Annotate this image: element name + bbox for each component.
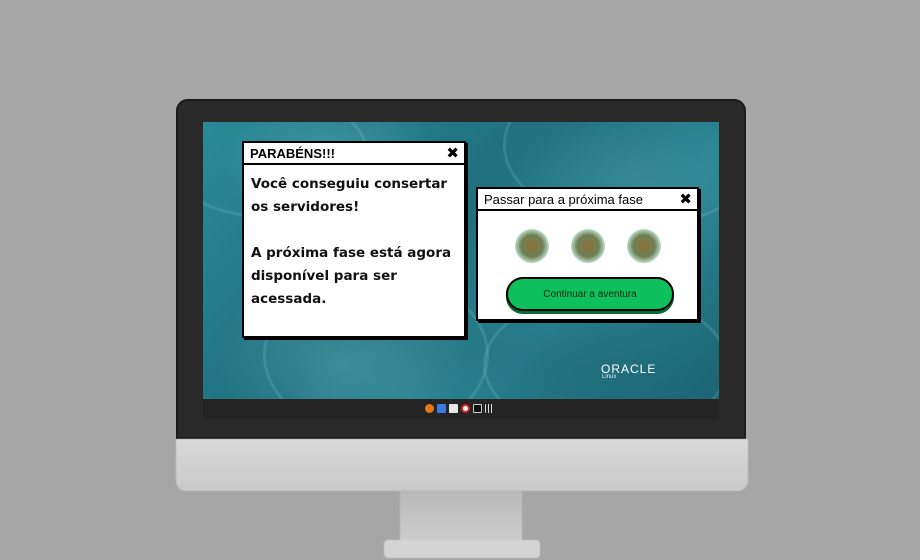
success-message: Você conseguiu consertar os servidores! bbox=[251, 176, 448, 215]
gem-icon bbox=[570, 229, 605, 263]
help-icon[interactable] bbox=[461, 404, 470, 413]
gem-icon bbox=[626, 229, 661, 263]
files-icon[interactable] bbox=[437, 404, 446, 413]
success-dialog-title: PARABÉNS!!! bbox=[250, 145, 335, 161]
continue-button[interactable]: Continuar a aventura bbox=[506, 277, 674, 311]
success-dialog: PARABÉNS!!! ✖ Você conseguiu consertar o… bbox=[242, 141, 466, 338]
close-icon[interactable]: ✖ bbox=[679, 191, 692, 207]
menu-icon[interactable] bbox=[485, 404, 494, 413]
terminal-icon[interactable] bbox=[473, 404, 482, 413]
next-phase-dialog: Passar para a próxima fase ✖ Continuar a… bbox=[476, 187, 699, 321]
monitor-stand bbox=[400, 491, 522, 546]
close-icon[interactable]: ✖ bbox=[446, 145, 459, 161]
taskbar bbox=[203, 399, 719, 419]
next-phase-dialog-title: Passar para a próxima fase bbox=[484, 191, 643, 207]
monitor-base bbox=[384, 540, 540, 558]
success-dialog-body: Você conseguiu consertar os servidores! … bbox=[244, 165, 464, 311]
oracle-logo-sub: Linux bbox=[602, 374, 617, 380]
camera-icon[interactable] bbox=[449, 404, 458, 413]
gem-icon bbox=[514, 229, 549, 263]
gem-row bbox=[478, 229, 697, 263]
monitor-chin bbox=[176, 439, 748, 491]
next-phase-dialog-titlebar: Passar para a próxima fase ✖ bbox=[478, 189, 697, 211]
firefox-icon[interactable] bbox=[425, 404, 434, 413]
success-dialog-titlebar: PARABÉNS!!! ✖ bbox=[244, 143, 464, 165]
next-phase-message: A próxima fase está agora disponível par… bbox=[251, 245, 452, 307]
